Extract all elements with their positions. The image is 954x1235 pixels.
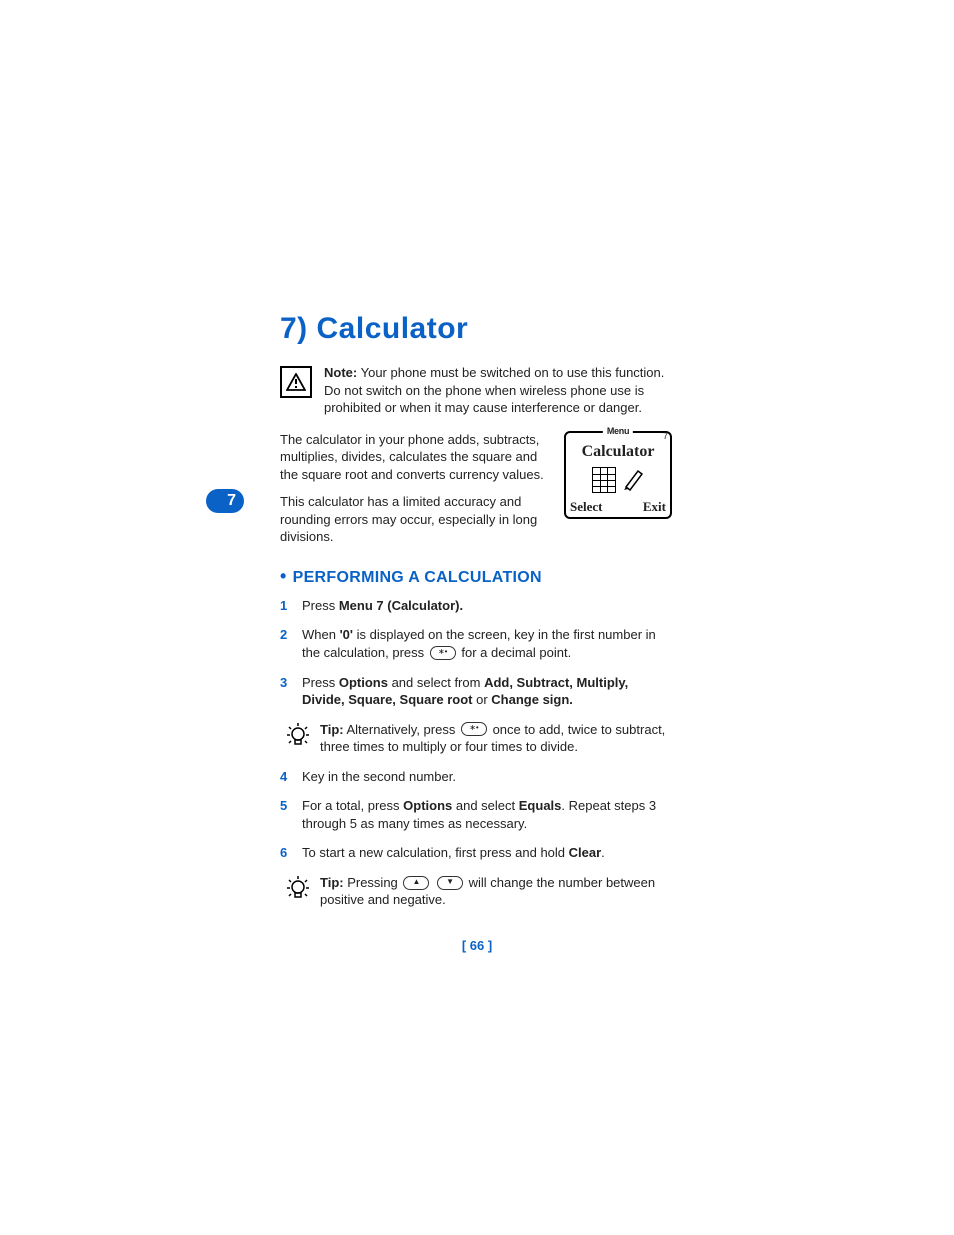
up-key-icon: ▲ xyxy=(403,876,429,890)
intro-paragraph-2: This calculator has a limited accuracy a… xyxy=(280,493,552,546)
step-3: 3 Press Options and select from Add, Sub… xyxy=(280,674,672,709)
pencil-icon xyxy=(622,467,644,491)
steps-list: 1 Press Menu 7 (Calculator). 2 When '0' … xyxy=(280,597,672,709)
phone-app-title: Calculator xyxy=(570,443,666,461)
calculator-grid-icon xyxy=(592,467,616,493)
chapter-tab: 7 xyxy=(206,489,244,513)
tip-1: Tip: Alternatively, press ∗• once to add… xyxy=(280,721,672,756)
down-key-icon: ▼ xyxy=(437,876,463,890)
warning-icon xyxy=(280,366,312,398)
lightbulb-icon xyxy=(286,722,310,748)
phone-softkey-left: Select xyxy=(570,499,602,515)
phone-menu-index: 7 xyxy=(663,431,668,441)
tip-label: Tip: xyxy=(320,722,344,737)
star-key-icon: ∗• xyxy=(430,646,456,660)
step-6: 6 To start a new calculation, first pres… xyxy=(280,844,672,862)
steps-list-2: 4 Key in the second number. 5 For a tota… xyxy=(280,768,672,862)
bullet-icon: • xyxy=(280,566,287,586)
star-key-icon: ∗• xyxy=(461,722,487,736)
note-block: Note: Your phone must be switched on to … xyxy=(280,364,672,417)
step-4: 4 Key in the second number. xyxy=(280,768,672,786)
step-1: 1 Press Menu 7 (Calculator). xyxy=(280,597,672,615)
tip-label: Tip: xyxy=(320,875,344,890)
step-2: 2 When '0' is displayed on the screen, k… xyxy=(280,626,672,661)
step-5: 5 For a total, press Options and select … xyxy=(280,797,672,832)
phone-menu-label: Menu xyxy=(603,426,633,436)
tip-2: Tip: Pressing ▲ ▼ will change the number… xyxy=(280,874,672,909)
phone-softkey-right: Exit xyxy=(643,499,666,515)
phone-screenshot: Menu 7 Calculator Select Exit xyxy=(564,431,672,519)
note-label: Note: xyxy=(324,365,357,380)
note-text: Note: Your phone must be switched on to … xyxy=(324,364,672,417)
intro-paragraph-1: The calculator in your phone adds, subtr… xyxy=(280,431,552,484)
note-body: Your phone must be switched on to use th… xyxy=(324,365,664,415)
page-content: 7) Calculator Note: Your phone must be s… xyxy=(280,312,672,921)
page-number: [ 66 ] xyxy=(0,938,954,953)
section-heading: •PERFORMING A CALCULATION xyxy=(280,566,672,587)
chapter-title: 7) Calculator xyxy=(280,312,672,346)
lightbulb-icon xyxy=(286,875,310,901)
